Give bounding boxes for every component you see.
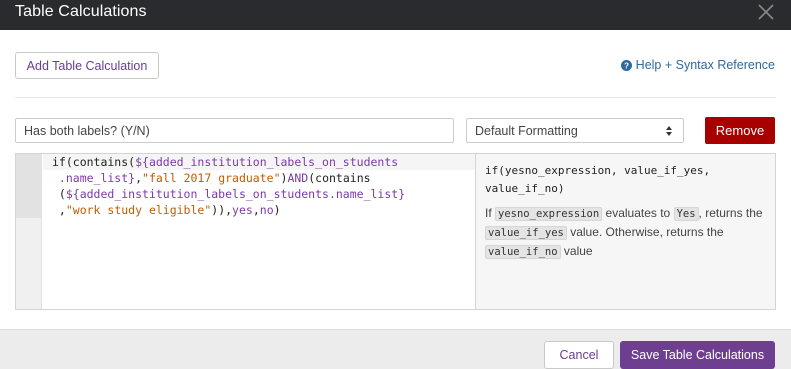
code-line: if(contains(${added_institution_labels_o… xyxy=(52,154,405,170)
select-caret-icon xyxy=(666,126,672,136)
desc-code: value_if_no xyxy=(485,245,561,259)
code-token: .name_list} xyxy=(52,171,136,185)
code-token: , xyxy=(135,171,143,185)
desc-text: value xyxy=(563,244,593,258)
dialog-header: Table Calculations xyxy=(0,0,791,30)
code-token: (contains xyxy=(308,171,371,185)
editor-gutter xyxy=(16,154,42,309)
code-token: if(contains( xyxy=(52,155,136,169)
code-token: ( xyxy=(52,187,66,201)
code-token: ) xyxy=(273,203,281,217)
code-token: no xyxy=(259,203,274,217)
code-token: ${added_institution_labels_on_students.n… xyxy=(65,187,406,201)
save-table-calculations-button[interactable]: Save Table Calculations xyxy=(620,341,775,369)
desc-code: Yes xyxy=(673,207,699,221)
formatting-select[interactable]: Default Formatting xyxy=(466,118,684,143)
divider xyxy=(15,97,776,98)
code-line: .name_list},"fall 2017 graduate")AND(con… xyxy=(52,170,405,186)
desc-text: evaluates to xyxy=(605,206,671,220)
code-token: "fall 2017 graduate" xyxy=(142,171,281,185)
function-description: If yesno_expression evaluates to Yes, re… xyxy=(485,204,766,261)
function-docs-panel: if(yesno_expression, value_if_yes, value… xyxy=(476,153,776,310)
expression-code[interactable]: if(contains(${added_institution_labels_o… xyxy=(52,154,405,218)
code-token: "work study eligible" xyxy=(65,203,212,217)
desc-text: , returns the xyxy=(698,206,763,220)
code-line: ,"work study eligible")),yes,no) xyxy=(52,202,405,218)
formatting-select-value: Default Formatting xyxy=(475,123,578,138)
help-syntax-label: Help + Syntax Reference xyxy=(635,58,775,72)
close-icon[interactable] xyxy=(757,3,775,21)
code-token: , xyxy=(252,203,260,217)
desc-text: value. Otherwise, returns the xyxy=(570,225,724,239)
dialog-title: Table Calculations xyxy=(15,3,147,20)
desc-code: value_if_yes xyxy=(485,226,567,240)
function-signature: if(yesno_expression, value_if_yes, value… xyxy=(485,162,766,198)
signature-line: if(yesno_expression, value_if_yes, xyxy=(485,164,711,177)
question-circle-icon: ? xyxy=(620,59,632,71)
signature-line: value_if_no) xyxy=(485,182,565,195)
add-table-calculation-button[interactable]: Add Table Calculation xyxy=(15,52,159,79)
code-token: ${added_institution_labels_on_students xyxy=(135,155,399,169)
active-line-gutter xyxy=(16,154,42,218)
code-line: (${added_institution_labels_on_students.… xyxy=(52,186,405,202)
cancel-button[interactable]: Cancel xyxy=(544,341,614,369)
desc-code: yesno_expression xyxy=(495,207,603,221)
dialog-footer: Cancel Save Table Calculations xyxy=(0,329,791,369)
code-token: , xyxy=(52,203,66,217)
code-token: AND xyxy=(287,171,309,185)
code-token: )), xyxy=(211,203,233,217)
help-syntax-link[interactable]: ? Help + Syntax Reference xyxy=(620,58,775,72)
calculation-name-input[interactable] xyxy=(15,118,454,143)
remove-button[interactable]: Remove xyxy=(705,117,775,144)
code-token: yes xyxy=(232,203,253,217)
expression-editor[interactable]: if(contains(${added_institution_labels_o… xyxy=(15,153,476,310)
svg-text:?: ? xyxy=(624,61,629,70)
desc-text: If xyxy=(485,206,492,220)
